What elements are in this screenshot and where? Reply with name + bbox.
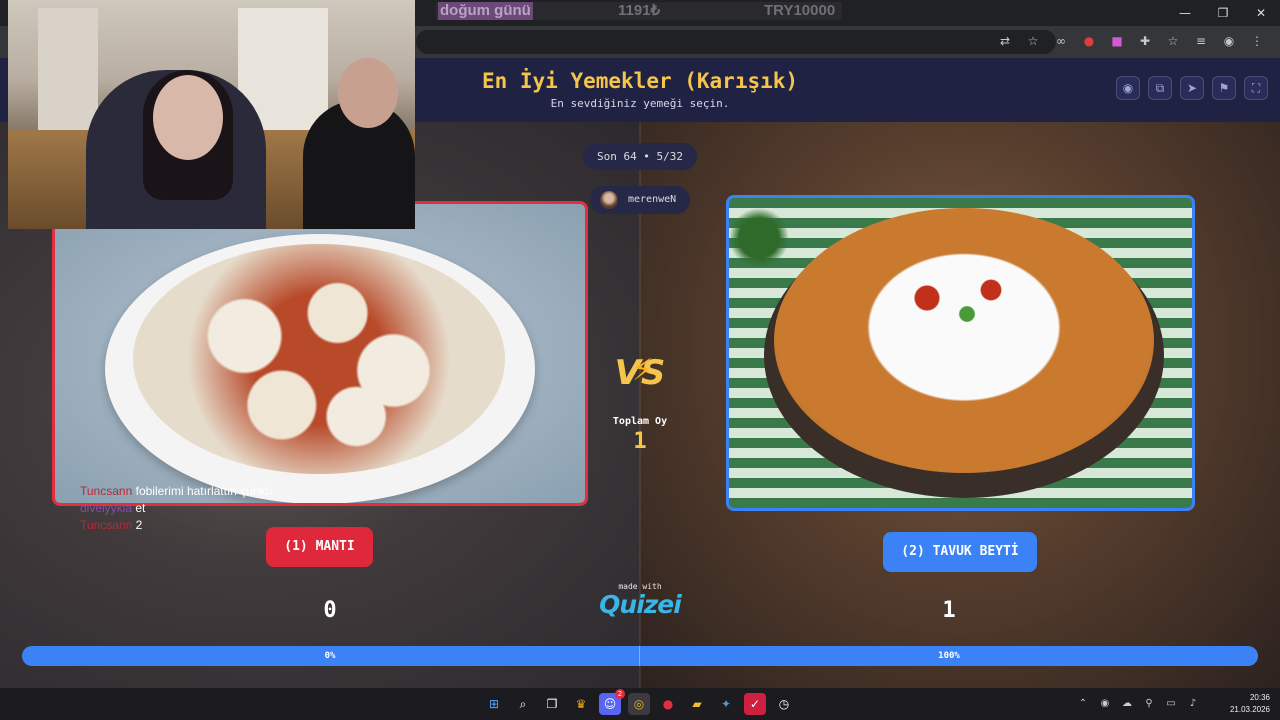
chevron-up-icon[interactable]: ⌃: [1076, 696, 1090, 712]
window-controls: — ❐ ✕: [1166, 0, 1280, 26]
screen: doğum günü 1191₺ TRY10000 — ❐ ✕ ⇄ ☆ ∞ ● …: [0, 0, 1280, 720]
profile-avatar-icon[interactable]: ◉: [1220, 32, 1238, 50]
ticker-item: 1191₺: [618, 2, 661, 19]
windows-start-icon[interactable]: ⊞: [483, 693, 505, 715]
clock-time: 20:36: [1249, 693, 1270, 702]
chat-message: Tuncsann 2: [80, 517, 272, 534]
file-explorer-icon[interactable]: ▰: [686, 693, 708, 715]
monitor-icon[interactable]: ▭: [1164, 696, 1178, 712]
chat-text: et: [135, 501, 146, 515]
onedrive-icon[interactable]: ☁: [1120, 696, 1134, 712]
chat-message: divelyykia et: [80, 500, 272, 517]
system-clock[interactable]: 20:36 21.03.2026: [1210, 692, 1270, 716]
app-icon[interactable]: ♛: [570, 693, 592, 715]
vote-count-right: 1: [942, 598, 956, 623]
reading-list-icon[interactable]: ≡: [1192, 32, 1210, 50]
manti-image: [133, 244, 505, 474]
header-actions: ◉ ⧉ ➤ ⚑ ⛶: [1116, 76, 1268, 100]
avatar: [600, 191, 618, 209]
percent-left: 0%: [324, 651, 336, 661]
discord-badge: 2: [615, 689, 625, 699]
choice-button-tavuk-beyti[interactable]: (2) TAVUK BEYTİ: [883, 532, 1037, 572]
chat-text: fobilerimi hatırlattın çünkü: [135, 484, 273, 498]
chat-username: Tuncsann: [80, 518, 133, 532]
toolbar-icons: ⇄ ☆ ∞ ● ■ ✚ ☆ ≡ ◉ ⋮: [996, 32, 1266, 50]
streamer-face-image: [153, 75, 223, 160]
extension-glasses-icon[interactable]: ∞: [1052, 32, 1070, 50]
microphone-icon[interactable]: ⚲: [1142, 696, 1156, 712]
copy-icon[interactable]: ⧉: [1148, 76, 1172, 100]
volume-icon[interactable]: ♪: [1186, 696, 1200, 712]
username: merenweN: [628, 194, 677, 205]
minimize-button[interactable]: —: [1166, 0, 1204, 26]
ticker-item: doğum günü: [438, 2, 533, 20]
vote-count-left: 0: [323, 598, 337, 623]
address-bar[interactable]: [416, 30, 1056, 54]
chat-text: 2: [135, 518, 143, 532]
vote-progress-bar: 0% 100%: [22, 646, 1258, 666]
total-votes-label: Toplam Oy: [612, 416, 668, 427]
vs-logo: VS ⚡: [608, 348, 672, 398]
chrome-icon[interactable]: ◎: [628, 693, 650, 715]
task-view-icon[interactable]: ❐: [541, 693, 563, 715]
menu-dots-icon[interactable]: ⋮: [1248, 32, 1266, 50]
curtain-image: [38, 8, 98, 138]
total-votes-value: 1: [633, 429, 647, 454]
donation-ticker: doğum günü 1191₺ TRY10000: [436, 2, 842, 20]
app-clock-icon[interactable]: ◷: [773, 693, 795, 715]
extension-pink-icon[interactable]: ■: [1108, 32, 1126, 50]
send-icon[interactable]: ➤: [1180, 76, 1204, 100]
fullscreen-icon[interactable]: ⛶: [1244, 76, 1268, 100]
choice-button-manti[interactable]: (1) MANTI: [266, 527, 373, 567]
app-blue-icon[interactable]: ✦: [715, 693, 737, 715]
parsley-image: [729, 198, 789, 278]
discord-icon[interactable]: ☺ 2: [599, 689, 625, 715]
food-card-tavuk-beyti[interactable]: [726, 195, 1195, 511]
progress-divider: [639, 646, 640, 666]
bookmark-star-icon[interactable]: ☆: [1024, 32, 1042, 50]
extensions-puzzle-icon[interactable]: ✚: [1136, 32, 1154, 50]
ticker-item: TRY10000: [764, 2, 836, 19]
taskbar: ⊞ ⌕ ❐ ♛ ☺ 2 ◎ ● ▰ ✦ ✓ ◷ ⌃ ◉ ☁ ⚲ ▭ ♪ 20:36…: [0, 688, 1280, 720]
percent-right: 100%: [938, 651, 960, 661]
webcam-overlay: [8, 0, 415, 229]
search-icon[interactable]: ⌕: [512, 693, 534, 715]
user-badge: merenweN: [590, 186, 690, 214]
taskbar-apps: ⊞ ⌕ ❐ ♛ ☺ 2 ◎ ● ▰ ✦ ✓ ◷: [483, 689, 795, 715]
eye-icon[interactable]: ◉: [1116, 76, 1140, 100]
close-button[interactable]: ✕: [1242, 0, 1280, 26]
app-pink-icon[interactable]: ✓: [744, 693, 766, 715]
quizei-logo[interactable]: Quizei: [585, 590, 695, 619]
guest-face-image: [338, 58, 398, 128]
app-red-icon[interactable]: ●: [657, 693, 679, 715]
lightning-icon: ⚡: [632, 353, 654, 388]
clock-date: 21.03.2026: [1229, 705, 1270, 714]
chat-username: divelyykia: [80, 501, 133, 515]
chat-username: Tuncsann: [80, 484, 133, 498]
food-card-manti[interactable]: [52, 201, 588, 506]
bookmarks-icon[interactable]: ☆: [1164, 32, 1182, 50]
app-tray-icon[interactable]: ◉: [1098, 696, 1112, 712]
chat-overlay: Tuncsann fobilerimi hatırlattın çünkü di…: [80, 483, 272, 534]
restore-button[interactable]: ❐: [1204, 0, 1242, 26]
extension-shield-icon[interactable]: ●: [1080, 32, 1098, 50]
system-tray: ⌃ ◉ ☁ ⚲ ▭ ♪: [1076, 696, 1200, 712]
flag-icon[interactable]: ⚑: [1212, 76, 1236, 100]
tavuk-beyti-image: [774, 208, 1154, 473]
translate-icon[interactable]: ⇄: [996, 32, 1014, 50]
round-indicator: Son 64 • 5/32: [583, 143, 697, 170]
sauce-garnish-image: [879, 258, 1039, 338]
chat-message: Tuncsann fobilerimi hatırlattın çünkü: [80, 483, 272, 500]
